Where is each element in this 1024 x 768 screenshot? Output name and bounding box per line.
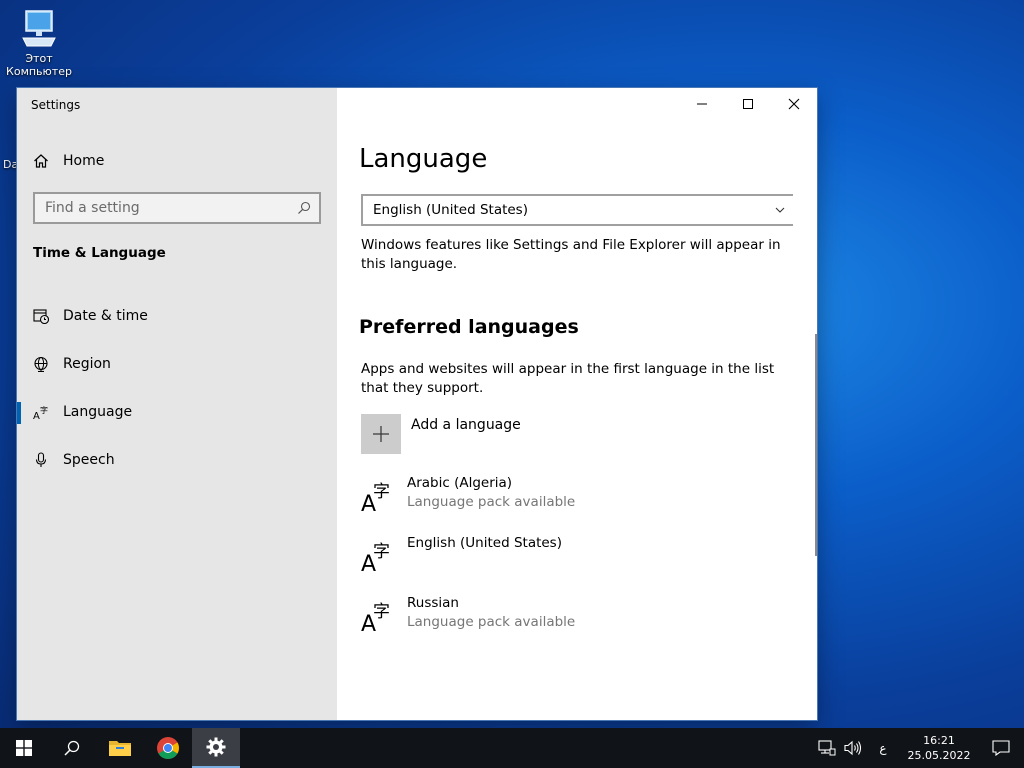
start-button[interactable]: [0, 728, 48, 768]
nav-home-label: Home: [63, 153, 105, 169]
microphone-icon: [33, 452, 49, 468]
desktop-icon-this-pc[interactable]: Этот Компьютер: [6, 8, 72, 78]
search-icon[interactable]: [297, 201, 311, 215]
language-list-item[interactable]: A 字 English (United States): [361, 534, 791, 594]
input-language-indicator[interactable]: ع: [866, 741, 900, 755]
language-list-item[interactable]: A 字 Arabic (Algeria) Language pack avail…: [361, 474, 791, 534]
desktop-icon-label-line2: Компьютер: [6, 65, 72, 78]
volume-button[interactable]: [840, 740, 866, 756]
computer-icon: [22, 10, 56, 47]
settings-content: Language English (United States) Windows…: [337, 88, 817, 720]
file-explorer-button[interactable]: [96, 728, 144, 768]
network-icon: [818, 740, 836, 756]
minimize-icon: [697, 103, 707, 105]
globe-icon: [33, 356, 49, 372]
sidebar-section-title: Time & Language: [33, 245, 166, 261]
settings-window: Settings Home Time & Language: [17, 88, 817, 720]
language-name: Russian: [407, 595, 459, 611]
add-language-label: Add a language: [411, 417, 521, 433]
language-name: English (United States): [407, 535, 562, 551]
calendar-clock-icon: [33, 308, 49, 324]
maximize-icon: [743, 99, 753, 109]
minimize-button[interactable]: [679, 88, 725, 120]
system-tray: ع 16:21 25.05.2022: [814, 728, 1024, 768]
taskbar-clock[interactable]: 16:21 25.05.2022: [900, 733, 978, 763]
close-button[interactable]: [771, 88, 817, 120]
add-language-button[interactable]: Add a language: [361, 414, 521, 454]
chrome-button[interactable]: [144, 728, 192, 768]
window-caption-buttons: [679, 88, 817, 120]
sidebar-item-speech[interactable]: Speech: [17, 436, 337, 484]
add-language-tile: [361, 414, 401, 454]
svg-text:字: 字: [373, 602, 390, 622]
taskbar-search-button[interactable]: [48, 728, 96, 768]
svg-text:A: A: [33, 411, 40, 420]
desktop-icon-label-line1: Этот: [25, 52, 53, 65]
settings-sidebar: Settings Home Time & Language: [17, 88, 337, 720]
taskbar: ع 16:21 25.05.2022: [0, 728, 1024, 768]
notification-icon: [992, 740, 1010, 756]
home-icon: [34, 154, 48, 168]
clock-time: 16:21: [923, 734, 955, 747]
language-status: Language pack available: [407, 614, 576, 630]
action-center-button[interactable]: [978, 740, 1024, 756]
plus-icon: [373, 426, 389, 442]
language-icon: A 字: [361, 482, 390, 517]
network-button[interactable]: [814, 740, 840, 756]
language-icon: A 字: [33, 404, 49, 420]
sidebar-item-label: Language: [63, 404, 133, 420]
svg-text:字: 字: [373, 482, 390, 502]
windows-display-language-select[interactable]: English (United States): [361, 194, 793, 226]
sidebar-nav: Date & time Region A 字 Language Speech: [17, 292, 337, 484]
language-status: Language pack available: [407, 494, 576, 510]
sidebar-item-label: Speech: [63, 452, 115, 468]
language-name: Arabic (Algeria): [407, 475, 513, 491]
sidebar-item-label: Date & time: [63, 308, 148, 324]
speaker-icon: [844, 740, 862, 756]
language-icon: A 字: [361, 542, 390, 577]
display-language-value: English (United States): [373, 202, 528, 218]
folder-icon: [109, 741, 131, 756]
desktop-partial-label: Da: [3, 158, 19, 171]
display-language-description: Windows features like Settings and File …: [361, 237, 781, 272]
language-list-item[interactable]: A 字 Russian Language pack available: [361, 594, 791, 654]
clock-date: 25.05.2022: [907, 749, 971, 762]
content-scrollbar[interactable]: [815, 334, 817, 556]
preferred-languages-heading: Preferred languages: [359, 316, 579, 338]
chevron-down-icon: [775, 207, 785, 213]
close-icon: [788, 98, 800, 110]
search-box[interactable]: [33, 192, 321, 224]
chrome-icon: [157, 737, 179, 759]
gear-icon: [206, 737, 226, 757]
windows-logo-icon: [16, 740, 32, 756]
settings-taskbar-button[interactable]: [192, 728, 240, 768]
sidebar-item-date-time[interactable]: Date & time: [17, 292, 337, 340]
sidebar-item-label: Region: [63, 356, 111, 372]
search-input[interactable]: [45, 200, 297, 216]
language-icon: A 字: [361, 602, 390, 637]
svg-text:字: 字: [40, 405, 48, 415]
svg-text:字: 字: [373, 542, 390, 562]
search-icon: [64, 740, 80, 756]
sidebar-item-language[interactable]: A 字 Language: [17, 388, 337, 436]
nav-home[interactable]: Home: [33, 150, 104, 172]
preferred-languages-list: A 字 Arabic (Algeria) Language pack avail…: [361, 474, 791, 654]
window-title: Settings: [31, 98, 81, 112]
maximize-button[interactable]: [725, 88, 771, 120]
preferred-languages-description: Apps and websites will appear in the fir…: [361, 361, 775, 396]
page-title: Language: [359, 144, 488, 174]
sidebar-item-region[interactable]: Region: [17, 340, 337, 388]
